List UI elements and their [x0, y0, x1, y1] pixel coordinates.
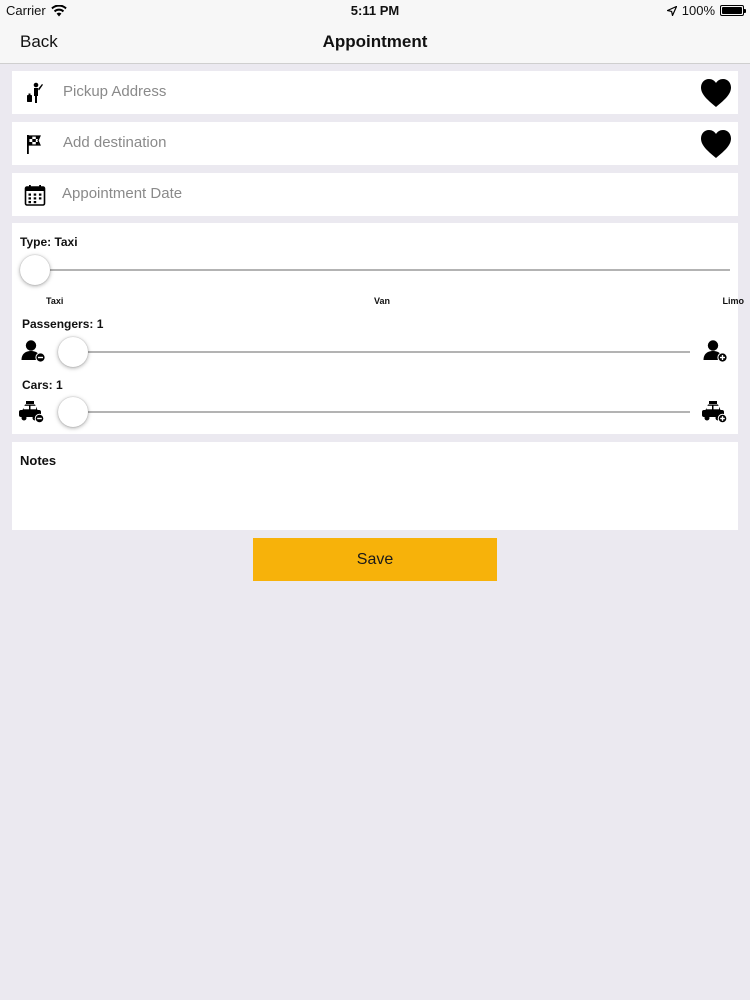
- pickup-address-placeholder: Pickup Address: [63, 83, 167, 100]
- remove-car-icon[interactable]: [17, 398, 45, 424]
- destination-placeholder: Add destination: [63, 134, 167, 151]
- remove-passenger-icon[interactable]: [20, 338, 48, 364]
- appointment-date-placeholder: Appointment Date: [62, 185, 183, 202]
- cars-slider-track[interactable]: [72, 411, 690, 413]
- notes-label: Notes: [20, 453, 57, 468]
- add-passenger-icon[interactable]: [702, 338, 730, 364]
- battery-percent: 100%: [681, 3, 715, 18]
- type-slider-label: Type: Taxi: [20, 235, 78, 249]
- save-button[interactable]: Save: [253, 538, 497, 581]
- type-slider-track[interactable]: [36, 269, 730, 271]
- notes-field[interactable]: Notes: [12, 442, 738, 530]
- appointment-date-field[interactable]: Appointment Date: [12, 173, 738, 216]
- checkered-flag-icon: [27, 135, 41, 154]
- passengers-slider-thumb[interactable]: [58, 337, 88, 367]
- passengers-slider-label: Passengers: 1: [22, 317, 104, 331]
- favorite-heart-icon[interactable]: [700, 129, 732, 159]
- hail-taxi-person-icon: [27, 82, 43, 103]
- type-tick-van: Van: [374, 296, 391, 306]
- cars-slider-label: Cars: 1: [22, 378, 63, 392]
- pickup-address-field[interactable]: Pickup Address: [12, 71, 738, 114]
- type-tick-taxi: Taxi: [46, 296, 64, 306]
- add-car-icon[interactable]: [700, 398, 728, 424]
- favorite-heart-icon[interactable]: [700, 78, 732, 108]
- battery-icon: [720, 5, 746, 16]
- location-arrow-icon: [666, 5, 677, 16]
- type-tick-limo: Limo: [722, 296, 745, 306]
- status-right: 100%: [666, 3, 746, 18]
- status-bar: Carrier 5:11 PM 100%: [0, 0, 750, 22]
- cars-slider-thumb[interactable]: [58, 397, 88, 427]
- trip-options-panel: Type: Taxi Taxi Van Limo Passengers: 1 C…: [12, 223, 744, 434]
- passengers-slider-track[interactable]: [72, 351, 690, 353]
- calendar-icon: [24, 185, 46, 206]
- nav-bar: Back Appointment: [0, 22, 750, 64]
- type-slider-thumb[interactable]: [20, 255, 50, 285]
- page-title: Appointment: [322, 32, 428, 51]
- clock: 5:11 PM: [350, 3, 400, 18]
- destination-field[interactable]: Add destination: [12, 122, 738, 165]
